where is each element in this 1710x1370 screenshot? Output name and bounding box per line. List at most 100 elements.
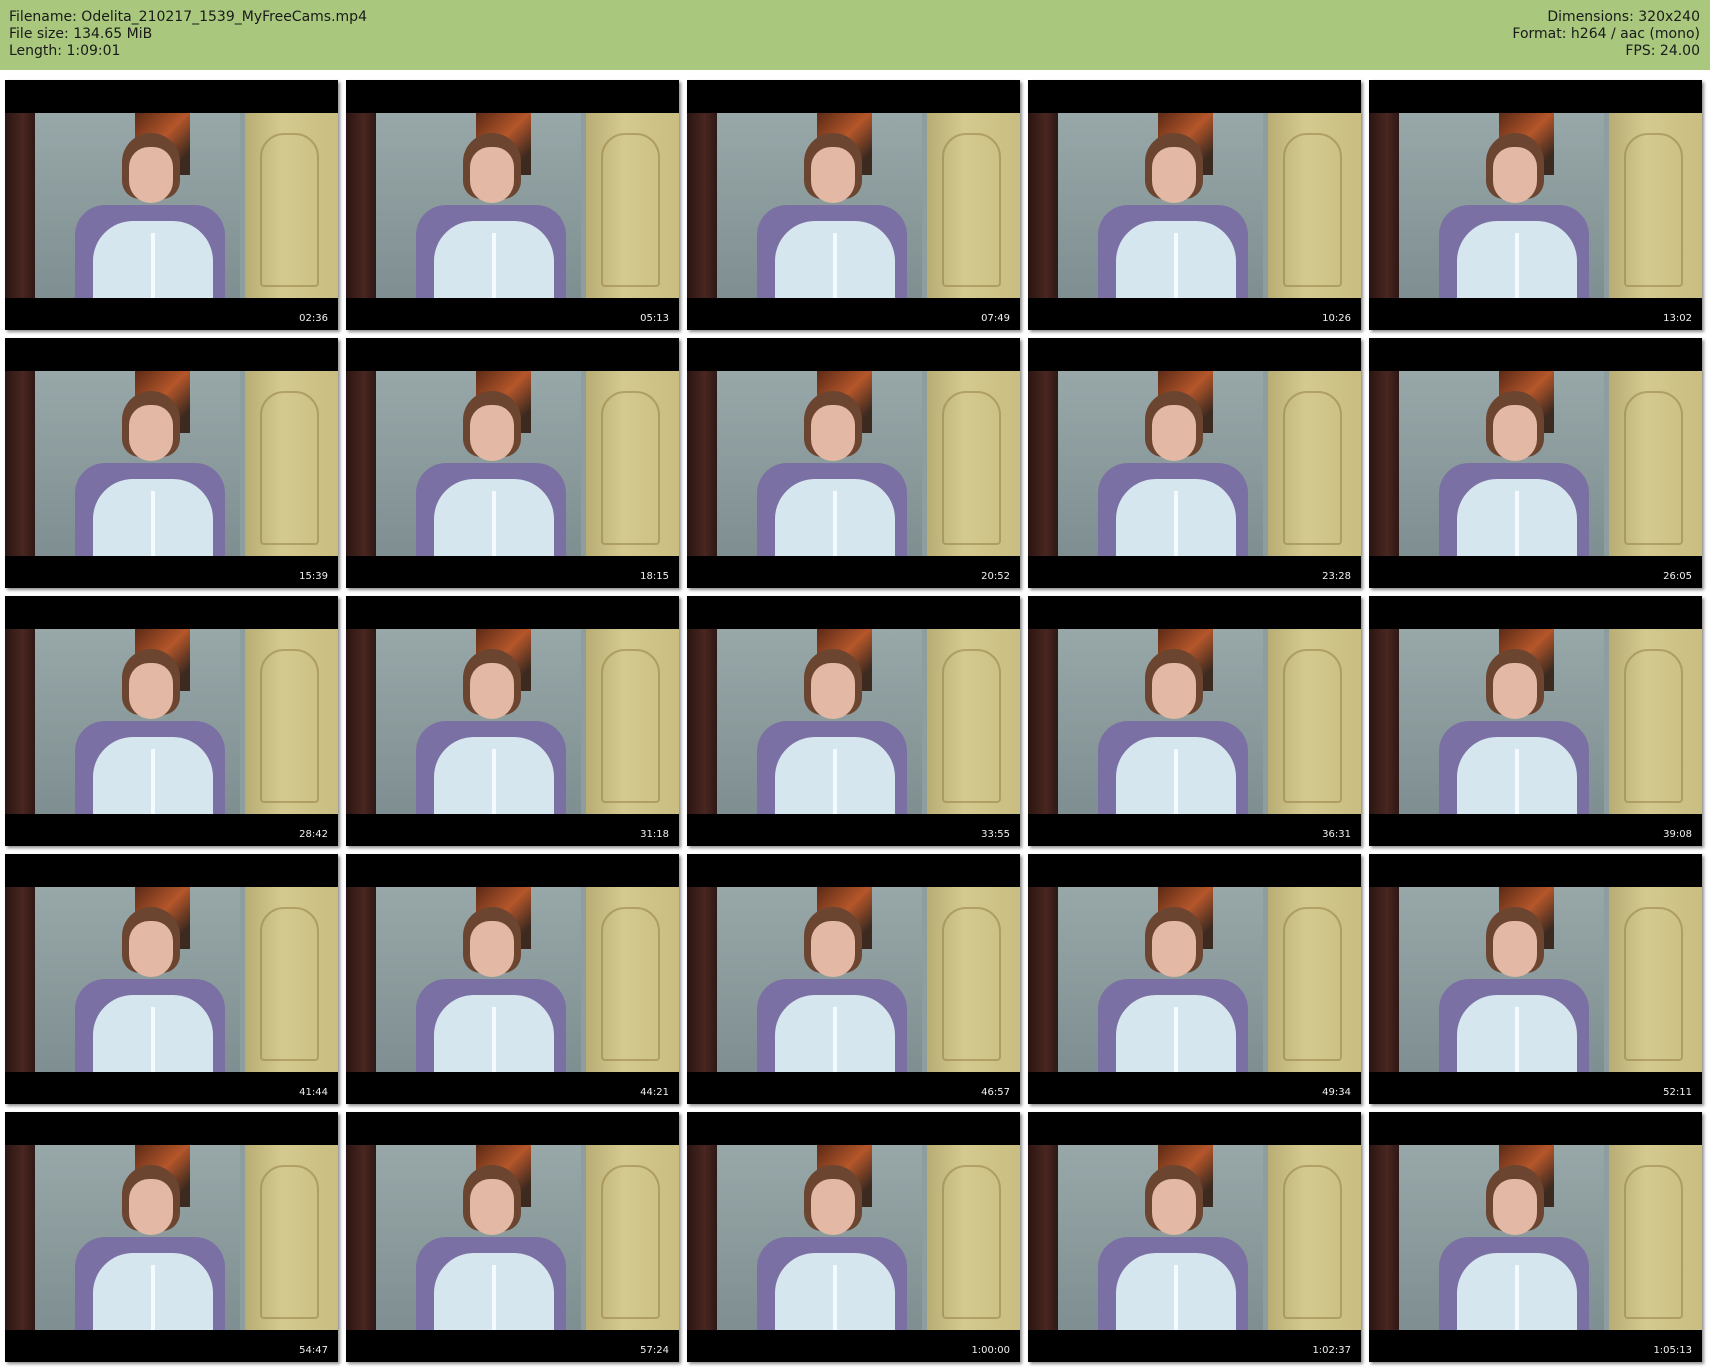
frame-face: [1152, 663, 1196, 719]
video-thumbnail[interactable]: 05:13: [346, 80, 679, 330]
frame-placket: [1174, 1265, 1178, 1330]
frame-placket: [1174, 233, 1178, 298]
video-thumbnail[interactable]: 46:57: [687, 854, 1020, 1104]
video-thumbnail[interactable]: 36:31: [1028, 596, 1361, 846]
frame-door-panel: [601, 391, 660, 545]
frame-curtain: [1369, 113, 1399, 298]
thumbnail-timestamp: 1:02:37: [1312, 1345, 1351, 1356]
frame-door-panel: [942, 133, 1001, 287]
thumbnail-timestamp: 18:15: [640, 571, 669, 582]
frame-curtain: [1028, 1145, 1058, 1330]
frame-door-panel: [260, 1165, 319, 1319]
thumbnail-timestamp: 52:11: [1663, 1087, 1692, 1098]
frame-image: [1028, 371, 1361, 556]
frame-face: [1152, 147, 1196, 203]
frame-curtain: [346, 1145, 376, 1330]
frame-placket: [151, 1007, 155, 1072]
frame-face: [811, 405, 855, 461]
frame-image: [5, 887, 338, 1072]
video-thumbnail[interactable]: 44:21: [346, 854, 679, 1104]
frame-placket: [151, 233, 155, 298]
video-thumbnail[interactable]: 15:39: [5, 338, 338, 588]
video-thumbnail[interactable]: 13:02: [1369, 80, 1702, 330]
frame-placket: [492, 233, 496, 298]
thumbnail-timestamp: 02:36: [299, 313, 328, 324]
frame-face: [1152, 405, 1196, 461]
frame-placket: [1515, 491, 1519, 556]
frame-door-panel: [1283, 907, 1342, 1061]
frame-curtain: [5, 629, 35, 814]
video-thumbnail[interactable]: 07:49: [687, 80, 1020, 330]
video-thumbnail[interactable]: 54:47: [5, 1112, 338, 1362]
frame-image: [687, 113, 1020, 298]
thumbnail-timestamp: 33:55: [981, 829, 1010, 840]
frame-curtain: [1028, 371, 1058, 556]
frame-placket: [1174, 1007, 1178, 1072]
fps-text: FPS: 24.00: [1625, 43, 1700, 59]
video-thumbnail[interactable]: 57:24: [346, 1112, 679, 1362]
frame-image: [1028, 1145, 1361, 1330]
frame-face: [811, 663, 855, 719]
frame-face: [1493, 147, 1537, 203]
video-thumbnail[interactable]: 23:28: [1028, 338, 1361, 588]
frame-door-panel: [1283, 649, 1342, 803]
frame-placket: [151, 1265, 155, 1330]
frame-face: [1493, 1179, 1537, 1235]
video-thumbnail[interactable]: 18:15: [346, 338, 679, 588]
frame-image: [5, 113, 338, 298]
frame-image: [346, 887, 679, 1072]
thumbnail-timestamp: 15:39: [299, 571, 328, 582]
frame-door-panel: [1624, 907, 1683, 1061]
thumbnail-timestamp: 57:24: [640, 1345, 669, 1356]
frame-curtain: [5, 371, 35, 556]
thumbnail-timestamp: 44:21: [640, 1087, 669, 1098]
frame-placket: [833, 233, 837, 298]
video-thumbnail[interactable]: 10:26: [1028, 80, 1361, 330]
frame-curtain: [1028, 113, 1058, 298]
video-thumbnail[interactable]: 49:34: [1028, 854, 1361, 1104]
frame-curtain: [1028, 629, 1058, 814]
frame-face: [1493, 405, 1537, 461]
video-thumbnail[interactable]: 28:42: [5, 596, 338, 846]
video-thumbnail[interactable]: 1:02:37: [1028, 1112, 1361, 1362]
video-thumbnail[interactable]: 33:55: [687, 596, 1020, 846]
frame-image: [1369, 629, 1702, 814]
video-thumbnail[interactable]: 02:36: [5, 80, 338, 330]
thumbnail-timestamp: 23:28: [1322, 571, 1351, 582]
video-thumbnail[interactable]: 52:11: [1369, 854, 1702, 1104]
thumbnail-timestamp: 41:44: [299, 1087, 328, 1098]
thumbnail-timestamp: 13:02: [1663, 313, 1692, 324]
frame-face: [1152, 921, 1196, 977]
frame-curtain: [687, 887, 717, 1072]
thumbnail-grid: 02:36 05:13 07:49 10:26 13:02 15:39 18:15 20:52…: [5, 80, 1702, 1362]
video-thumbnail[interactable]: 1:05:13: [1369, 1112, 1702, 1362]
video-thumbnail[interactable]: 20:52: [687, 338, 1020, 588]
frame-door-panel: [601, 1165, 660, 1319]
video-thumbnail[interactable]: 41:44: [5, 854, 338, 1104]
frame-placket: [1174, 749, 1178, 814]
video-thumbnail[interactable]: 1:00:00: [687, 1112, 1020, 1362]
frame-face: [1493, 921, 1537, 977]
frame-image: [1028, 629, 1361, 814]
thumbnail-timestamp: 1:00:00: [971, 1345, 1010, 1356]
thumbnail-timestamp: 46:57: [981, 1087, 1010, 1098]
frame-placket: [1515, 1265, 1519, 1330]
frame-curtain: [346, 113, 376, 298]
frame-image: [687, 629, 1020, 814]
frame-door-panel: [942, 1165, 1001, 1319]
frame-face: [470, 921, 514, 977]
frame-image: [1028, 113, 1361, 298]
stream-info: Dimensions: 320x240 Format: h264 / aac (…: [1512, 9, 1700, 60]
video-thumbnail[interactable]: 31:18: [346, 596, 679, 846]
frame-door-panel: [1283, 133, 1342, 287]
frame-curtain: [5, 887, 35, 1072]
thumbnail-timestamp: 26:05: [1663, 571, 1692, 582]
frame-image: [1369, 887, 1702, 1072]
frame-placket: [492, 491, 496, 556]
frame-curtain: [687, 1145, 717, 1330]
length-text: Length: 1:09:01: [9, 43, 121, 59]
video-thumbnail[interactable]: 39:08: [1369, 596, 1702, 846]
frame-placket: [492, 1265, 496, 1330]
frame-placket: [1515, 233, 1519, 298]
video-thumbnail[interactable]: 26:05: [1369, 338, 1702, 588]
